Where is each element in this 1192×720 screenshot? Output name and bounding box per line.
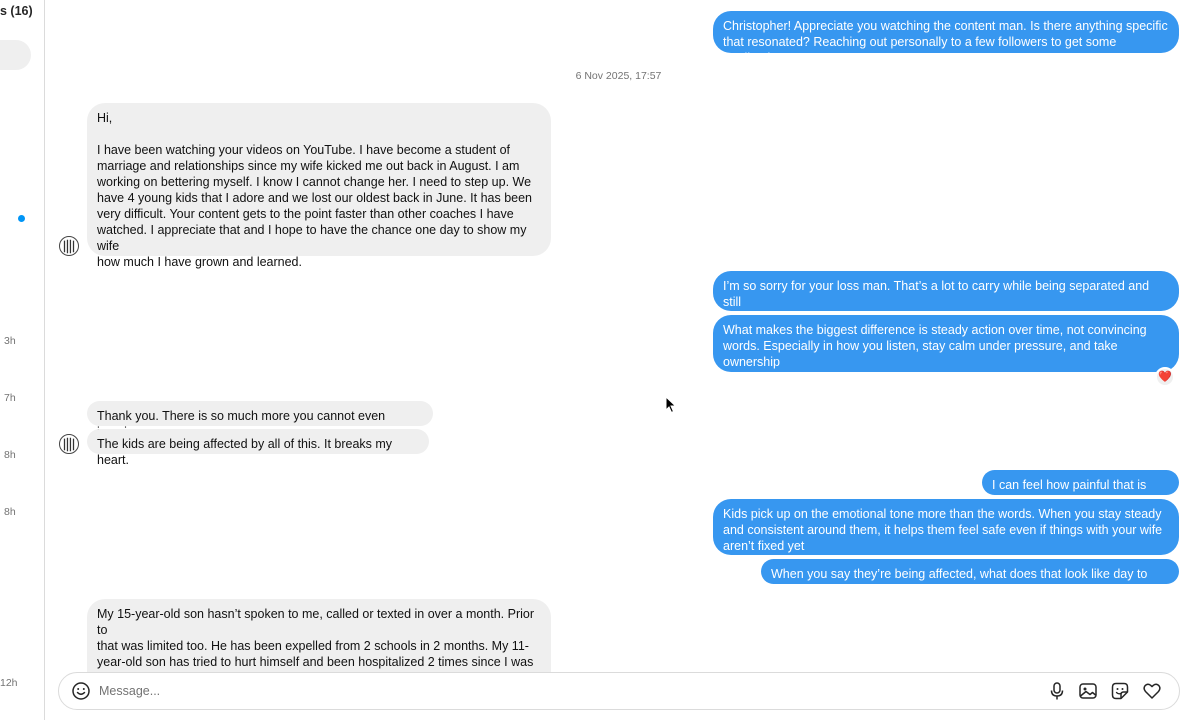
mouse-cursor-icon	[665, 396, 677, 414]
contact-avatar[interactable]	[59, 236, 79, 256]
conversation-list-sidebar: s (16) 3h 7h 8h 8h 12h	[0, 0, 45, 720]
heart-reaction[interactable]: ❤️	[1155, 367, 1175, 387]
unread-dot	[18, 215, 25, 222]
heart-icon[interactable]	[1142, 681, 1162, 701]
message-input[interactable]	[99, 679, 999, 703]
sticker-icon[interactable]	[1110, 681, 1130, 701]
thread-timestamp: 6 Nov 2025, 17:57	[575, 70, 662, 82]
message-thread: Christopher! Appreciate you watching the…	[45, 0, 1192, 720]
outgoing-message[interactable]: I’m so sorry for your loss man. That’s a…	[713, 271, 1179, 325]
conversation-time[interactable]: 8h	[4, 506, 16, 518]
incoming-message[interactable]: Thank you. There is so much more you can…	[87, 401, 433, 439]
image-icon[interactable]	[1078, 681, 1098, 701]
incoming-message[interactable]: The kids are being affected by all of th…	[87, 429, 429, 467]
outgoing-message[interactable]: What makes the biggest difference is ste…	[713, 315, 1179, 385]
outgoing-message[interactable]: Christopher! Appreciate you watching the…	[713, 11, 1179, 65]
smiley-icon[interactable]	[71, 681, 91, 701]
outgoing-message[interactable]: I can feel how painful that is man	[982, 470, 1179, 508]
conversation-time[interactable]: 8h	[4, 449, 16, 461]
conversation-time[interactable]: 12h	[0, 677, 18, 689]
conversation-time[interactable]: 7h	[4, 392, 16, 404]
outgoing-message[interactable]: Kids pick up on the emotional tone more …	[713, 499, 1179, 555]
microphone-icon[interactable]	[1047, 681, 1067, 701]
incoming-message[interactable]: Hi, I have been watching your videos on …	[87, 103, 551, 269]
conversation-time[interactable]: 3h	[4, 335, 16, 347]
requests-header[interactable]: s (16)	[0, 4, 33, 18]
selected-conversation-highlight[interactable]	[0, 40, 31, 70]
message-composer	[58, 672, 1180, 710]
contact-avatar[interactable]	[59, 434, 79, 454]
outgoing-message[interactable]: When you say they’re being affected, wha…	[761, 559, 1179, 597]
incoming-message[interactable]: My 15-year-old son hasn’t spoken to me, …	[87, 599, 551, 679]
